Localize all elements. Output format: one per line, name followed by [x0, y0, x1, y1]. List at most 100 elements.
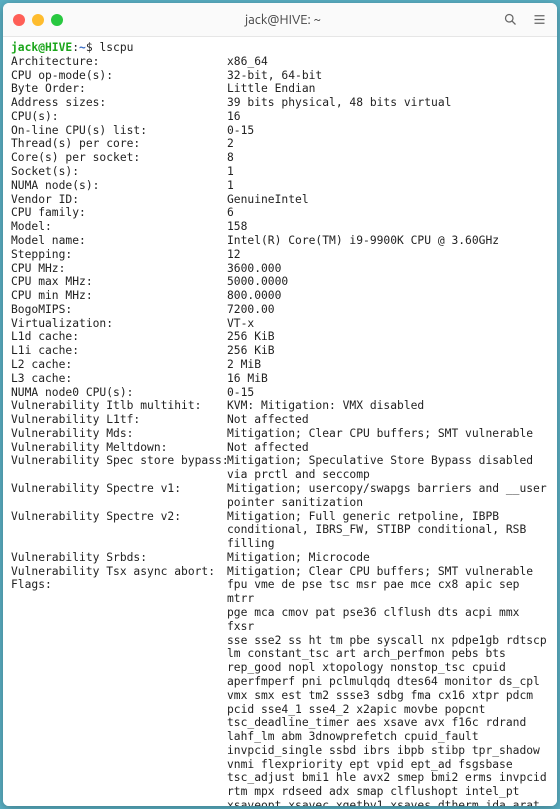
output-row-continuation: sse sse2 ss ht tm pbe syscall nx pdpe1gb… — [11, 634, 549, 648]
output-row: BogoMIPS:7200.00 — [11, 303, 549, 317]
output-row: Flags:fpu vme de pse tsc msr pae mce cx8… — [11, 578, 549, 606]
output-label-pad — [11, 771, 227, 785]
output-value: lm constant_tsc art arch_perfmon pebs bt… — [227, 647, 549, 661]
output-label: Socket(s): — [11, 165, 227, 179]
output-row-continuation: lahf_lm abm 3dnowprefetch cpuid_fault — [11, 730, 549, 744]
output-value: Mitigation; Full generic retpoline, IBPB — [227, 510, 549, 524]
output-label-pad — [11, 703, 227, 717]
output-value: 39 bits physical, 48 bits virtual — [227, 96, 549, 110]
output-label-pad — [11, 744, 227, 758]
output-label: CPU(s): — [11, 110, 227, 124]
output-label-pad — [11, 647, 227, 661]
output-label: BogoMIPS: — [11, 303, 227, 317]
output-value: invpcid_single ssbd ibrs ibpb stibp tpr_… — [227, 744, 549, 758]
output-value: 7200.00 — [227, 303, 549, 317]
output-label-pad — [11, 730, 227, 744]
output-value: 5000.0000 — [227, 275, 549, 289]
output-value: tsc_adjust bmi1 hle avx2 smep bmi2 erms … — [227, 771, 549, 785]
output-label: Architecture: — [11, 55, 227, 69]
output-label: Vulnerability Srbds: — [11, 551, 227, 565]
output-label: Virtualization: — [11, 317, 227, 331]
menu-icon[interactable] — [532, 12, 547, 27]
output-value: 0-15 — [227, 124, 549, 138]
output-label-pad — [11, 675, 227, 689]
output-label: CPU family: — [11, 206, 227, 220]
output-value: 12 — [227, 248, 549, 262]
output-row-continuation: aperfmperf pni pclmulqdq dtes64 monitor … — [11, 675, 549, 689]
output-row-continuation: conditional, IBRS_FW, STIBP conditional,… — [11, 523, 549, 537]
output-value: Not affected — [227, 441, 549, 455]
output-label: L2 cache: — [11, 358, 227, 372]
prompt-user-host: jack@HIVE — [11, 41, 72, 54]
output-label: Thread(s) per core: — [11, 137, 227, 151]
output-label: Vulnerability Spectre v1: — [11, 482, 227, 496]
search-icon[interactable] — [503, 12, 518, 27]
output-row-continuation: tsc_deadline_timer aes xsave avx f16c rd… — [11, 716, 549, 730]
output-value: conditional, IBRS_FW, STIBP conditional,… — [227, 523, 549, 537]
output-value: 2 MiB — [227, 358, 549, 372]
output-row: CPU max MHz:5000.0000 — [11, 275, 549, 289]
output-row: L2 cache:2 MiB — [11, 358, 549, 372]
output-label-pad — [11, 661, 227, 675]
output-row: Stepping:12 — [11, 248, 549, 262]
output-row-continuation: pointer sanitization — [11, 496, 549, 510]
close-icon[interactable] — [13, 14, 25, 26]
output-label-pad — [11, 758, 227, 772]
output-label: NUMA node0 CPU(s): — [11, 386, 227, 400]
prompt-line: jack@HIVE:~$ lscpu — [11, 41, 549, 55]
output-row: Byte Order:Little Endian — [11, 82, 549, 96]
output-value: 16 — [227, 110, 549, 124]
output-value: 800.0000 — [227, 289, 549, 303]
output-label: Vulnerability Itlb multihit: — [11, 399, 227, 413]
output-value: rtm mpx rdseed adx smap clflushopt intel… — [227, 785, 549, 799]
output-label-pad — [11, 496, 227, 510]
output-value: tsc_deadline_timer aes xsave avx f16c rd… — [227, 716, 549, 730]
output-value: filling — [227, 537, 549, 551]
output-row: Vulnerability Srbds:Mitigation; Microcod… — [11, 551, 549, 565]
output-label: L1i cache: — [11, 344, 227, 358]
output-label: Model name: — [11, 234, 227, 248]
output-value: Mitigation; Clear CPU buffers; SMT vulne… — [227, 565, 549, 579]
output-label: Vulnerability Spectre v2: — [11, 510, 227, 524]
output-value: GenuineIntel — [227, 193, 549, 207]
output-row: Model:158 — [11, 220, 549, 234]
output-row-continuation: pcid sse4_1 sse4_2 x2apic movbe popcnt — [11, 703, 549, 717]
output-value: lahf_lm abm 3dnowprefetch cpuid_fault — [227, 730, 549, 744]
output-value: aperfmperf pni pclmulqdq dtes64 monitor … — [227, 675, 549, 689]
output-value: Intel(R) Core(TM) i9-9900K CPU @ 3.60GHz — [227, 234, 549, 248]
output-value: KVM: Mitigation: VMX disabled — [227, 399, 549, 413]
maximize-icon[interactable] — [51, 14, 63, 26]
output-label: Flags: — [11, 578, 227, 606]
output-value: vmx smx est tm2 ssse3 sdbg fma cx16 xtpr… — [227, 689, 549, 703]
output-value: fpu vme de pse tsc msr pae mce cx8 apic … — [227, 578, 549, 606]
output-value: Mitigation; Speculative Store Bypass dis… — [227, 454, 549, 468]
output-row: Vulnerability L1tf:Not affected — [11, 413, 549, 427]
output-label: Byte Order: — [11, 82, 227, 96]
output-row-continuation: pge mca cmov pat pse36 clflush dts acpi … — [11, 606, 549, 634]
output-value: 32-bit, 64-bit — [227, 69, 549, 83]
output-row-continuation: via prctl and seccomp — [11, 468, 549, 482]
output-value: pointer sanitization — [227, 496, 549, 510]
output-row: CPU family:6 — [11, 206, 549, 220]
output-label: Model: — [11, 220, 227, 234]
output-row: Address sizes:39 bits physical, 48 bits … — [11, 96, 549, 110]
output-row: Thread(s) per core:2 — [11, 137, 549, 151]
output-row: Vulnerability Spectre v1:Mitigation; use… — [11, 482, 549, 496]
output-row: Architecture:x86_64 — [11, 55, 549, 69]
terminal-body[interactable]: jack@HIVE:~$ lscpuArchitecture:x86_64 CPU… — [3, 37, 557, 806]
output-row: NUMA node(s):1 — [11, 179, 549, 193]
output-label: L3 cache: — [11, 372, 227, 386]
window-buttons — [13, 14, 63, 26]
minimize-icon[interactable] — [32, 14, 44, 26]
output-value: sse sse2 ss ht tm pbe syscall nx pdpe1gb… — [227, 634, 549, 648]
output-value: 256 KiB — [227, 330, 549, 344]
output-label-pad — [11, 606, 227, 634]
output-label: CPU MHz: — [11, 262, 227, 276]
output-label-pad — [11, 716, 227, 730]
output-value: Not affected — [227, 413, 549, 427]
output-value: 3600.000 — [227, 262, 549, 276]
output-value: x86_64 — [227, 55, 549, 69]
output-value: 0-15 — [227, 386, 549, 400]
output-value: 2 — [227, 137, 549, 151]
output-row: Vulnerability Itlb multihit:KVM: Mitigat… — [11, 399, 549, 413]
